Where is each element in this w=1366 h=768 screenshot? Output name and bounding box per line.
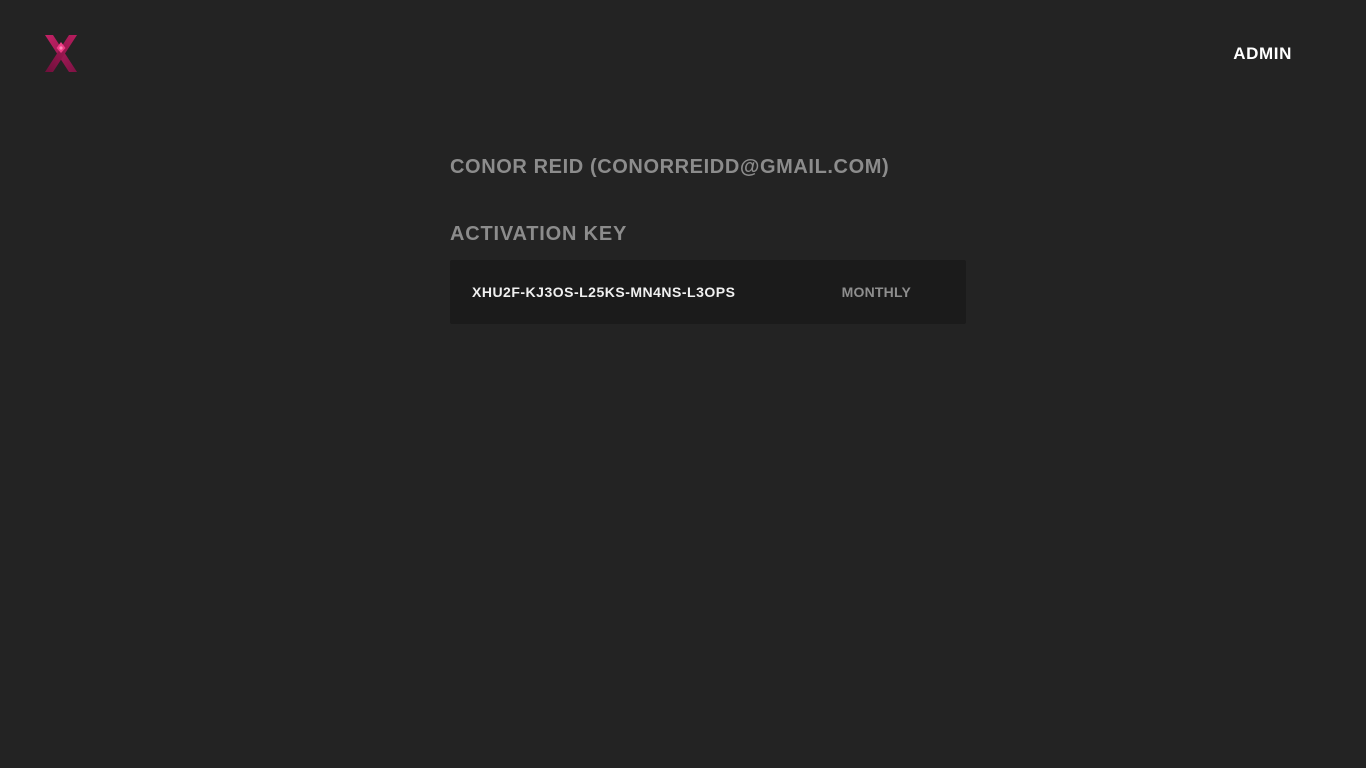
x-logo-icon[interactable] <box>40 31 82 76</box>
main-content: CONOR REID (CONORREIDD@GMAIL.COM) ACTIVA… <box>450 154 966 324</box>
subscription-plan-label: MONTHLY <box>841 284 911 300</box>
activation-key-row[interactable]: XHU2F-KJ3OS-L25KS-MN4NS-L3OPS MONTHLY <box>450 260 966 324</box>
admin-page: ADMIN CONOR REID (CONORREIDD@GMAIL.COM) … <box>0 0 1366 768</box>
nav-admin-link[interactable]: ADMIN <box>1233 44 1292 64</box>
user-heading: CONOR REID (CONORREIDD@GMAIL.COM) <box>450 156 890 178</box>
activation-key-heading: ACTIVATION KEY <box>450 223 628 245</box>
x-logo-graphic <box>45 35 77 72</box>
activation-key-value[interactable]: XHU2F-KJ3OS-L25KS-MN4NS-L3OPS <box>472 284 735 300</box>
